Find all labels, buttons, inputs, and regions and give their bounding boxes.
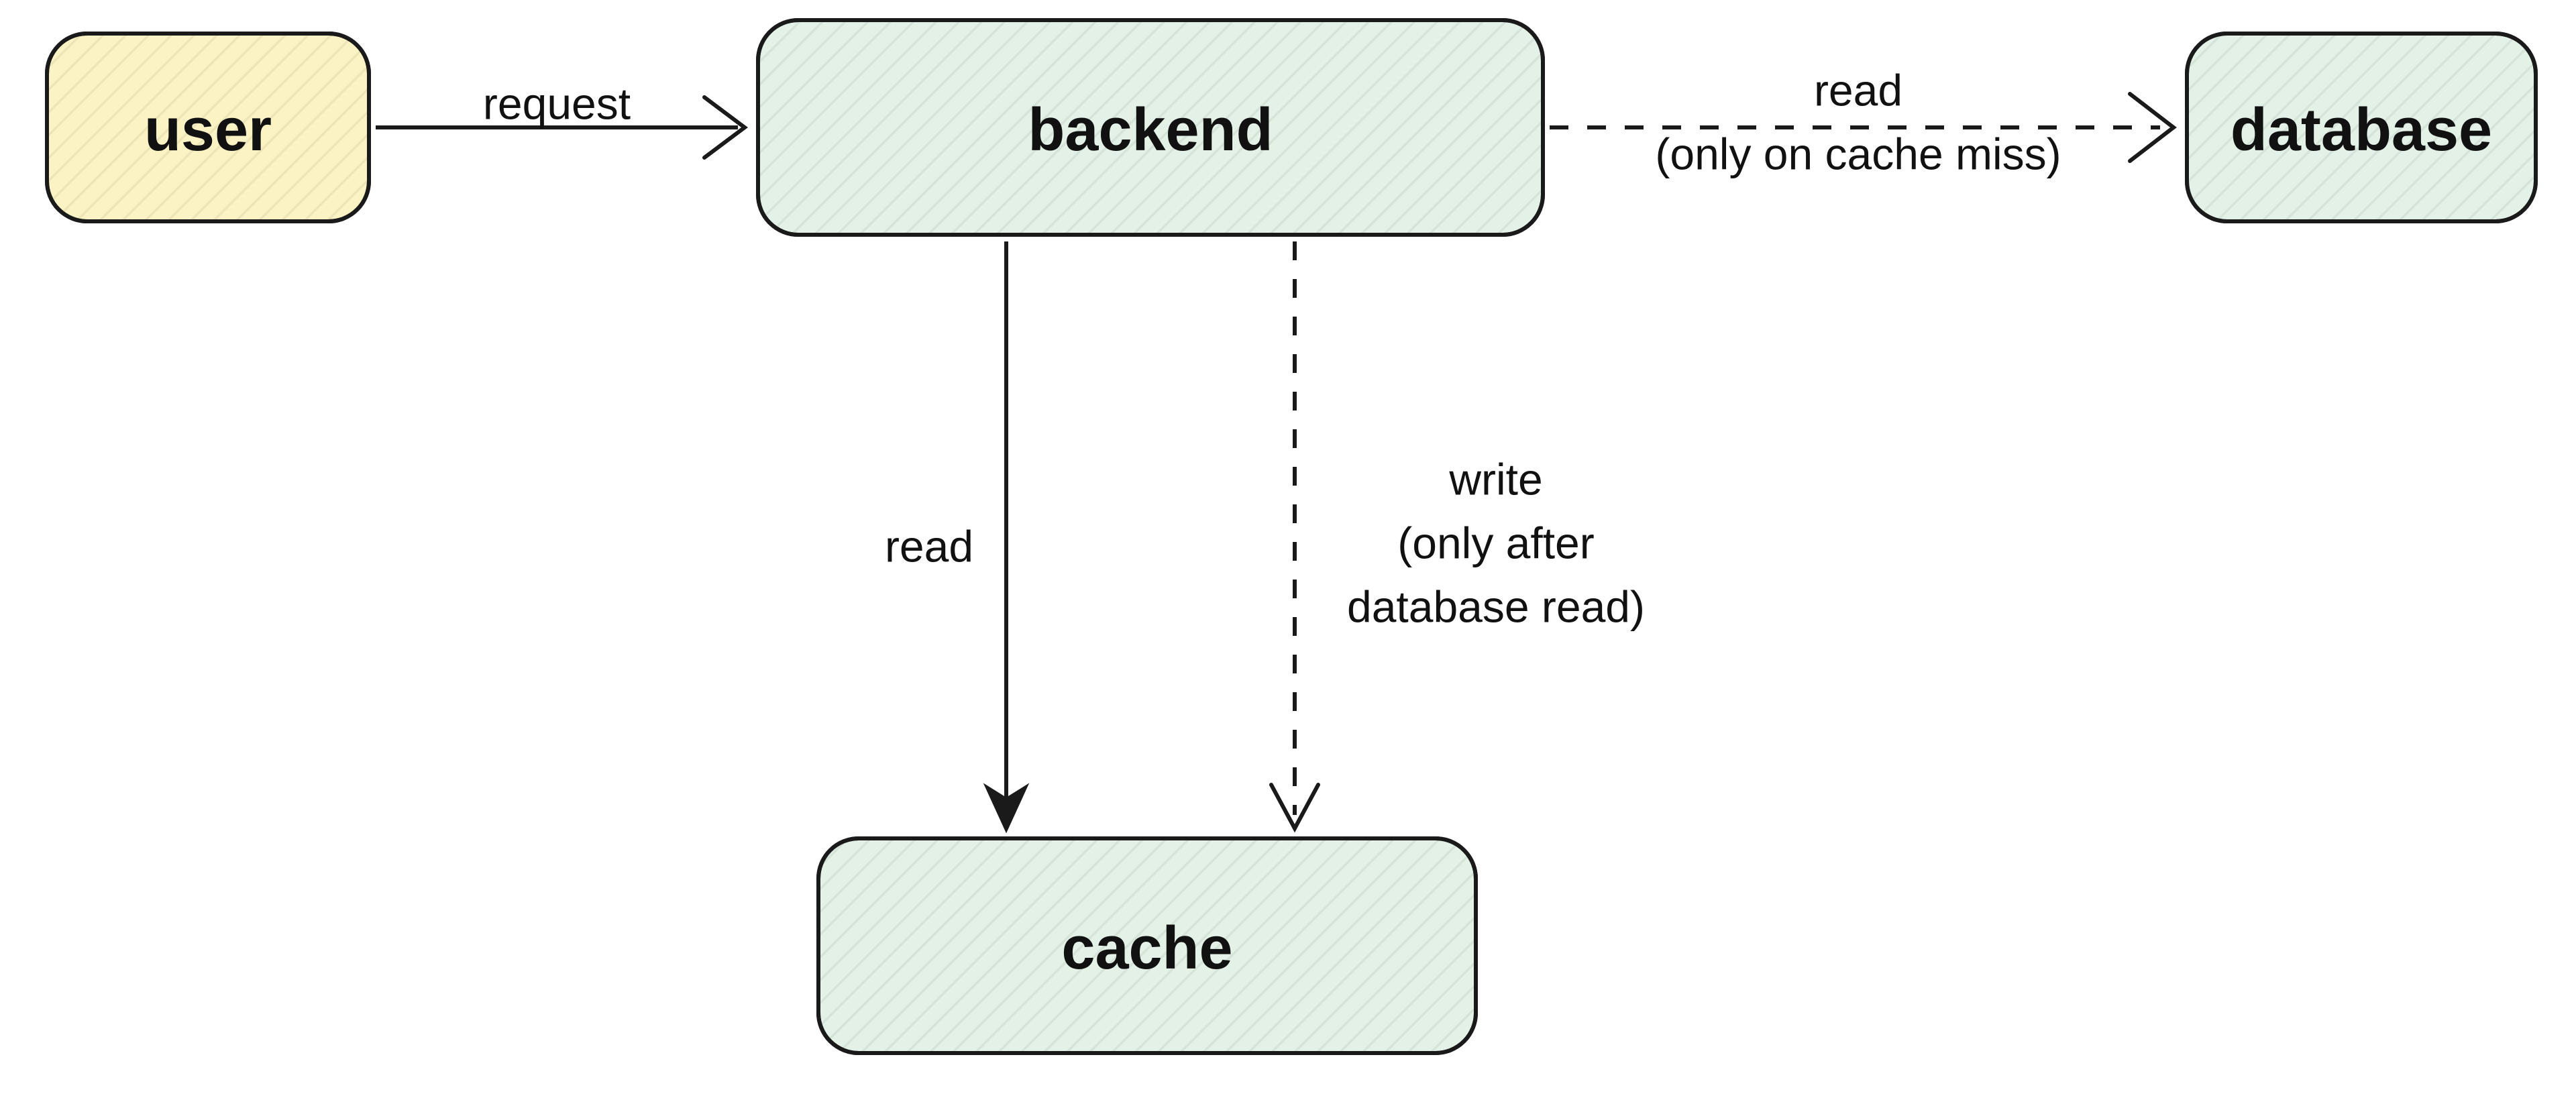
node-backend: backend	[758, 20, 1543, 235]
edge-backend-cache-write-label-1: write	[1448, 454, 1542, 504]
edge-user-backend: request	[376, 78, 745, 158]
node-user-label: user	[144, 97, 272, 164]
node-cache: cache	[818, 838, 1476, 1053]
node-backend-label: backend	[1028, 97, 1273, 164]
edge-backend-cache-read-label: read	[885, 521, 973, 571]
node-user: user	[47, 34, 369, 221]
node-database-label: database	[2231, 97, 2492, 164]
cache-aside-diagram: user backend database cache request read…	[0, 0, 2576, 1100]
node-database: database	[2187, 34, 2536, 221]
edge-backend-cache-write-label-2: (only after	[1397, 518, 1594, 567]
edge-backend-database-label-1: read	[1814, 65, 1902, 115]
node-cache-label: cache	[1061, 915, 1232, 982]
edge-user-backend-label: request	[483, 78, 631, 128]
edge-backend-database-label-2: (only on cache miss)	[1655, 129, 2061, 178]
edge-backend-cache-read: read	[885, 241, 1028, 832]
edge-backend-database: read (only on cache miss)	[1550, 65, 2174, 178]
edge-backend-cache-write: write (only after database read)	[1271, 241, 1645, 828]
edge-backend-cache-write-label-3: database read)	[1347, 582, 1645, 631]
